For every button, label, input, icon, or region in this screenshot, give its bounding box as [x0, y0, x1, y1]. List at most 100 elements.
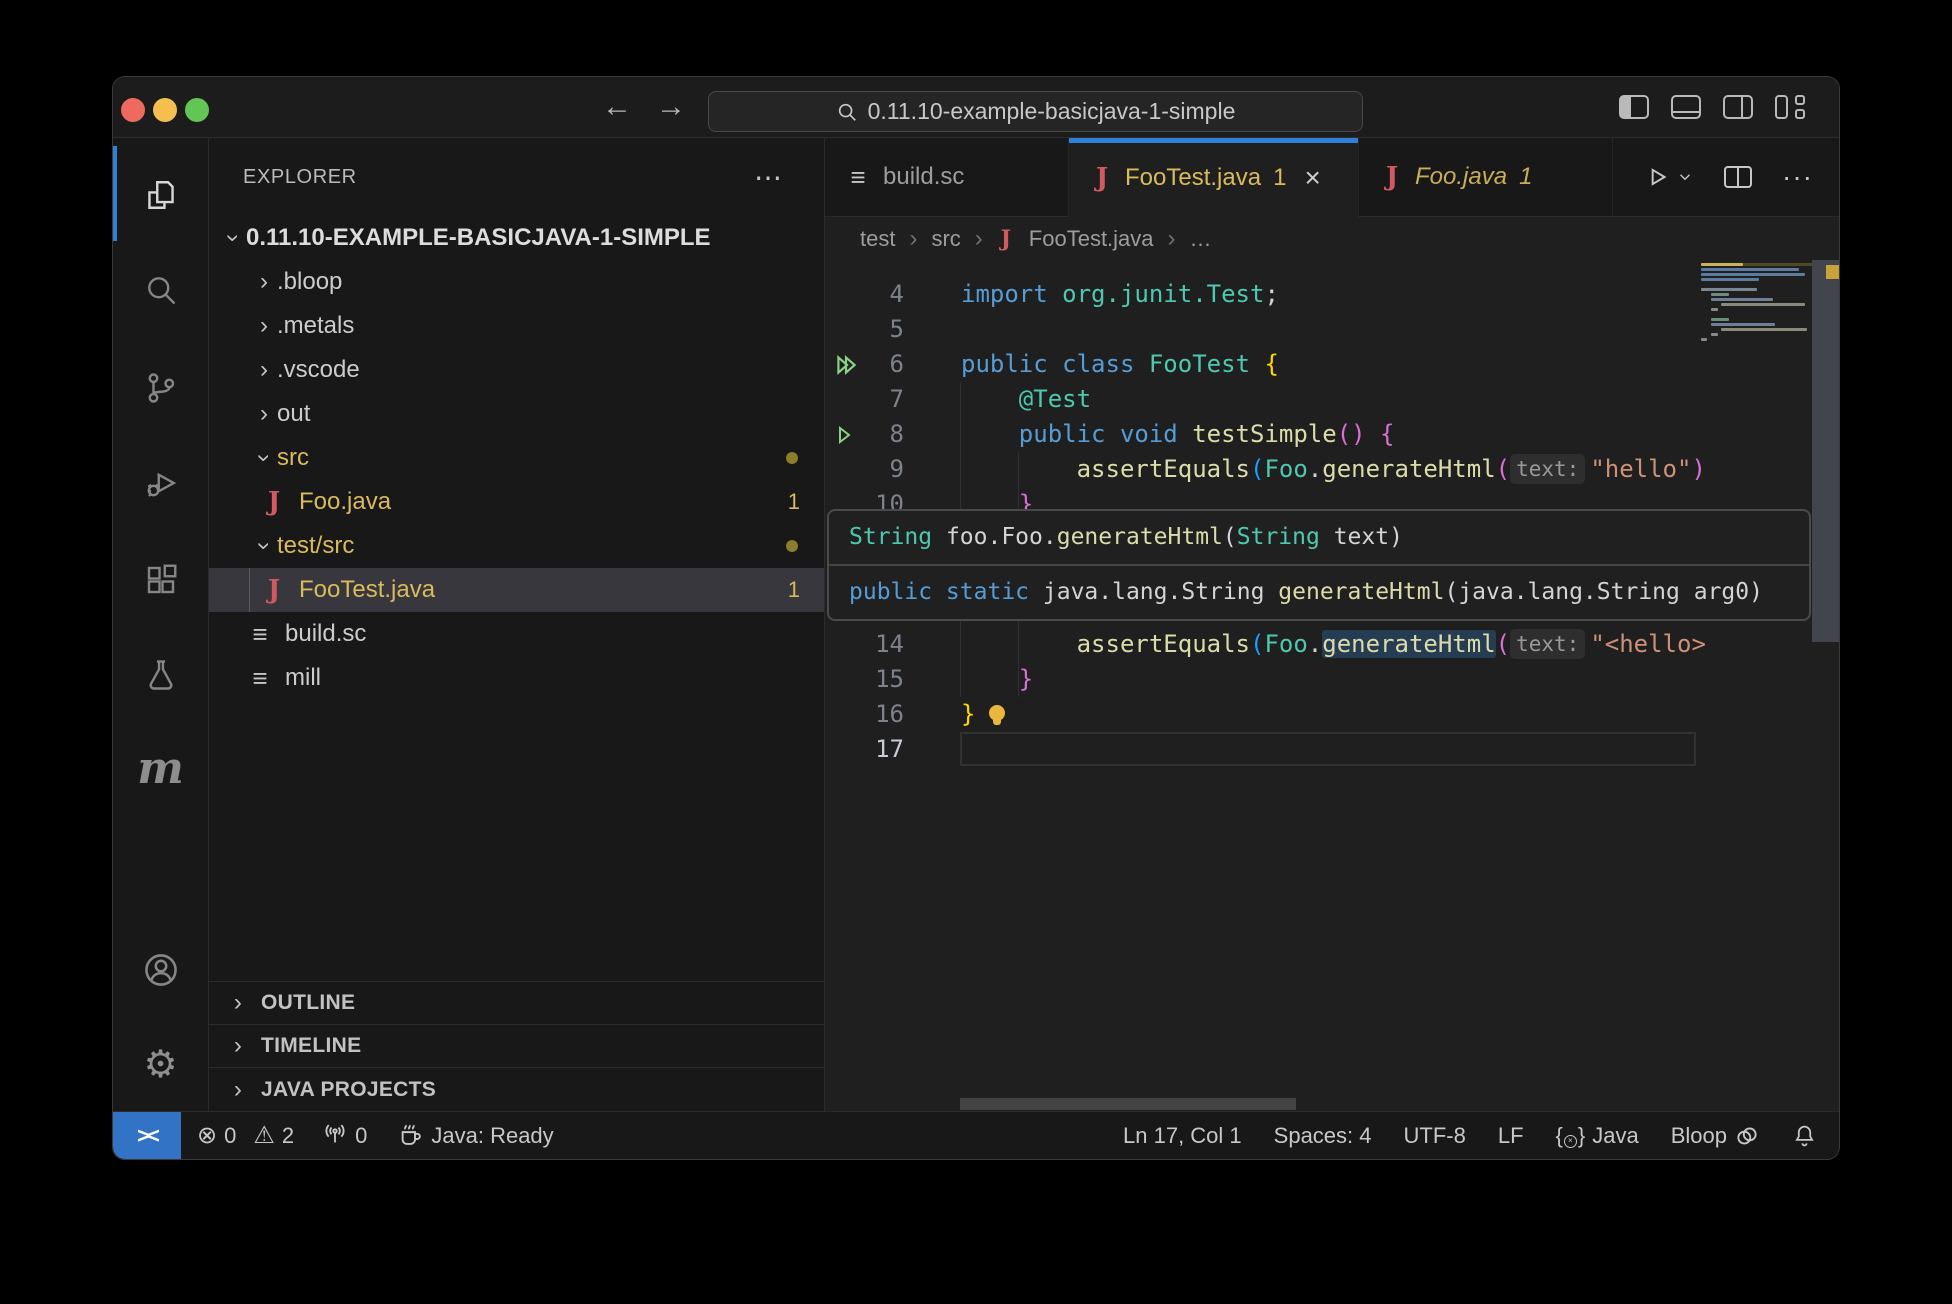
explorer-icon[interactable] [113, 177, 208, 213]
settings-gear-icon[interactable]: ⚙ [113, 1046, 208, 1084]
cursor-position[interactable]: Ln 17, Col 1 [1123, 1123, 1242, 1149]
code-line[interactable]: 6 public class FooTest { [825, 347, 1701, 382]
run-debug-icon[interactable] [113, 465, 208, 501]
java-status-label: Java: Ready [431, 1123, 553, 1149]
code-line[interactable]: 5 [825, 312, 1701, 347]
tab-foo-java[interactable]: J Foo.java 1 [1359, 138, 1613, 216]
line-number: 15 [825, 662, 904, 697]
bloop-status[interactable]: Bloop [1671, 1123, 1760, 1149]
breadcrumb-item-src[interactable]: src [931, 226, 960, 252]
minimize-window-button[interactable] [153, 98, 177, 122]
extensions-icon[interactable] [113, 562, 208, 598]
section-timeline[interactable]: › TIMELINE [209, 1024, 824, 1067]
breadcrumb-item-file[interactable]: FooTest.java [1029, 226, 1154, 252]
chevron-down-icon: › [250, 533, 278, 559]
search-view-icon[interactable] [113, 272, 208, 308]
bloop-rings-icon [1734, 1123, 1760, 1149]
line-number: 9 [825, 452, 904, 487]
line-number: 7 [825, 382, 904, 417]
tree-item-build-sc[interactable]: ≡ build.sc [209, 612, 824, 656]
eol-sequence[interactable]: LF [1498, 1123, 1524, 1149]
toggle-secondary-sidebar-icon[interactable] [1723, 95, 1753, 119]
accounts-icon[interactable] [113, 951, 208, 989]
command-center-search[interactable]: 0.11.10-example-basicjava-1-simple [708, 91, 1363, 132]
notifications-bell-icon[interactable] [1792, 1123, 1817, 1148]
split-editor-icon[interactable] [1724, 166, 1752, 188]
toggle-panel-icon[interactable] [1671, 95, 1701, 119]
chevron-right-icon: › [975, 225, 983, 253]
tree-item-foo-java[interactable]: J Foo.java 1 [209, 480, 824, 524]
code-line[interactable]: 9 assertEquals(Foo.generateHtml(text:"he… [825, 452, 1701, 487]
code-line[interactable]: 15 } [825, 662, 1701, 697]
radio-tower-icon [322, 1123, 348, 1149]
tab-build-sc[interactable]: ≡ build.sc [825, 138, 1069, 216]
indentation[interactable]: Spaces: 4 [1274, 1123, 1372, 1149]
minimap[interactable] [1701, 263, 1813, 343]
tree-item-out[interactable]: › out [209, 392, 824, 436]
tree-item-label: Foo.java [299, 488, 391, 516]
code-line-current[interactable]: 17 [825, 732, 1701, 767]
explorer-more-actions-icon[interactable]: ⋯ [754, 161, 784, 194]
warning-marker [1826, 265, 1839, 279]
build-file-icon: ≡ [249, 619, 271, 650]
section-java-projects[interactable]: › JAVA PROJECTS [209, 1067, 824, 1111]
tree-item-label: FooTest.java [299, 576, 435, 604]
section-outline[interactable]: › OUTLINE [209, 981, 824, 1024]
toggle-primary-sidebar-icon[interactable] [1619, 95, 1649, 119]
tree-item-footest-java-selected[interactable]: J FooTest.java 1 [209, 568, 824, 612]
customize-layout-icon[interactable] [1775, 95, 1807, 119]
remote-indicator[interactable]: >< [113, 1112, 181, 1159]
braces-icon: {×} [1556, 1123, 1586, 1149]
explorer-sidebar: EXPLORER ⋯ › 0.11.10-EXAMPLE-BASICJAVA-1… [209, 138, 825, 1111]
tree-item-src[interactable]: › src [209, 436, 824, 480]
chevron-down-icon [1676, 168, 1694, 186]
build-file-icon: ≡ [249, 663, 271, 694]
tree-item-vscode[interactable]: › .vscode [209, 348, 824, 392]
ports-status[interactable]: 0 [322, 1123, 367, 1149]
breadcrumb-item-test[interactable]: test [860, 226, 895, 252]
history-forward-button[interactable]: → [656, 90, 686, 124]
error-icon: ⊗ [197, 1121, 217, 1150]
editor-group: ≡ build.sc J FooTest.java 1 × J Foo.java… [825, 138, 1839, 1111]
chevron-right-icon: › [909, 225, 917, 253]
testing-icon[interactable] [113, 657, 208, 693]
tree-item-metals[interactable]: › .metals [209, 304, 824, 348]
zoom-window-button[interactable] [185, 98, 209, 122]
metals-extension-icon[interactable]: m [113, 752, 208, 786]
code-line[interactable]: 7 @Test [825, 382, 1701, 417]
history-back-button[interactable]: ← [602, 90, 632, 124]
problems-status[interactable]: ⊗ 0 ⚠ 2 [197, 1121, 294, 1150]
tree-item-test-src[interactable]: › test/src [209, 524, 824, 568]
tree-item-label: 0.11.10-EXAMPLE-BASICJAVA-1-SIMPLE [246, 224, 711, 252]
tab-footest-java[interactable]: J FooTest.java 1 × [1069, 138, 1359, 217]
code-editor[interactable]: 4 import org.junit.Test; 5 6 public clas… [825, 260, 1839, 1111]
java-file-icon: J [1381, 162, 1403, 192]
horizontal-scrollbar[interactable] [960, 1098, 1296, 1110]
tree-item-label: src [277, 444, 309, 472]
source-control-icon[interactable] [113, 370, 208, 406]
code-line[interactable]: 14 assertEquals(Foo.generateHtml(text:"<… [825, 627, 1701, 662]
java-file-icon: J [997, 226, 1015, 252]
line-number: 17 [825, 732, 904, 767]
tab-label: FooTest.java [1125, 164, 1261, 192]
tree-item-project-root[interactable]: › 0.11.10-EXAMPLE-BASICJAVA-1-SIMPLE [209, 216, 824, 260]
close-window-button[interactable] [121, 98, 145, 122]
code-line[interactable]: 4 import org.junit.Test; [825, 277, 1701, 312]
section-label: OUTLINE [261, 991, 355, 1015]
tree-item-mill[interactable]: ≡ mill [209, 656, 824, 700]
code-line[interactable]: 16 } [825, 697, 1701, 732]
close-tab-icon[interactable]: × [1304, 162, 1320, 194]
language-mode[interactable]: {×} Java [1556, 1123, 1639, 1149]
breadcrumb: test › src › J FooTest.java › … [825, 217, 1839, 260]
breadcrumb-item-symbol[interactable]: … [1190, 226, 1212, 252]
editor-more-actions-icon[interactable]: ··· [1782, 161, 1813, 193]
java-status[interactable]: Java: Ready [397, 1122, 553, 1149]
tree-item-bloop[interactable]: › .bloop [209, 260, 824, 304]
vertical-scrollbar[interactable] [1812, 260, 1839, 1111]
scrollbar-slider[interactable] [1812, 260, 1839, 642]
encoding[interactable]: UTF-8 [1404, 1123, 1466, 1149]
code-line[interactable]: 8 public void testSimple() { [825, 417, 1701, 452]
lightbulb-icon[interactable] [989, 705, 1005, 721]
run-java-button[interactable] [1644, 164, 1694, 190]
line-number: 14 [825, 627, 904, 662]
